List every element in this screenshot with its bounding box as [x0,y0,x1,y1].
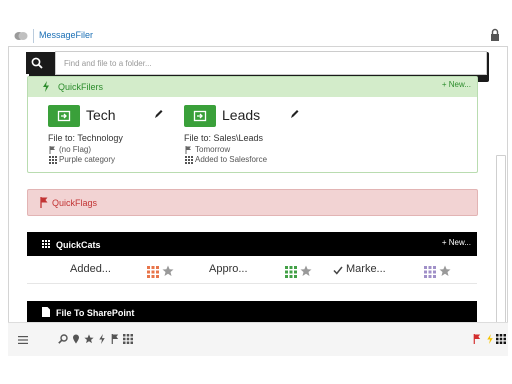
search-button[interactable] [26,52,48,74]
grid-icon[interactable] [424,266,436,278]
vertical-scrollbar[interactable] [496,155,506,323]
flag-icon [49,146,55,154]
quickcat-label[interactable]: Marke... [346,263,386,275]
app-title: MessageFiler [39,30,94,40]
grid-icon [49,156,57,164]
search-input[interactable] [55,51,487,75]
star-icon[interactable] [84,334,94,344]
filer-flag: (no Flag) [59,145,92,154]
filer-flag: Tomorrow [195,145,231,154]
sharepoint-title: File To SharePoint [56,308,135,318]
quickcat-label[interactable]: Added... [70,263,111,275]
grid-icon [185,156,193,164]
star-icon[interactable] [439,265,451,277]
pencil-icon[interactable] [154,109,163,119]
bolt-icon[interactable] [97,334,107,344]
grid-icon[interactable] [123,334,133,344]
file-arrow-icon [57,110,71,122]
quickcats-new-button[interactable]: + New... [442,238,471,247]
bolt-icon[interactable] [485,334,495,344]
search-icon[interactable] [58,334,68,344]
top-bar: MessageFiler [0,26,512,46]
file-button[interactable] [48,105,80,127]
quickflags-title: QuickFlags [52,198,98,208]
grid-icon[interactable] [147,266,159,278]
grid-icon[interactable] [496,334,506,344]
filer-name: Leads [222,107,261,123]
search-icon [26,52,48,74]
sharepoint-header[interactable]: File To SharePoint [27,301,477,323]
filer-name: Tech [86,107,116,123]
title-divider [33,29,34,43]
flag-icon[interactable] [110,334,120,344]
filer-category: Purple category [59,155,116,164]
red-flag-icon[interactable] [472,334,482,344]
app-window: MessageFiler QuickFilers + New... [0,0,512,384]
lock-icon[interactable] [490,28,500,42]
flag-icon [185,146,191,154]
file-button[interactable] [184,105,216,127]
quickfiler-leads[interactable]: Leads File to: Sales\Leads Tomorrow Adde… [184,105,334,172]
flag-icon [40,197,48,208]
menu-icon[interactable] [18,335,28,345]
bottom-toolbar [8,322,508,356]
bolt-icon [43,81,49,92]
quickcats-title: QuickCats [56,240,101,250]
check-icon [333,266,343,275]
quickflags-panel[interactable]: QuickFlags [27,189,478,216]
filer-file-to: File to: Technology [48,133,123,143]
quickcat-label[interactable]: Appro... [209,263,248,275]
quickfilers-header: QuickFilers + New... [28,77,477,97]
pencil-icon[interactable] [290,109,299,119]
quickfiler-tech[interactable]: Tech File to: Technology (no Flag) Purpl… [48,105,198,172]
logo-icon [14,32,28,40]
document-icon [42,307,50,317]
file-arrow-icon [193,110,207,122]
star-icon[interactable] [162,265,174,277]
quickfilers-title: QuickFilers [58,82,104,92]
quickfilers-new-button[interactable]: + New... [442,80,471,89]
quickcats-row: Added... Appro... Marke... [27,256,477,284]
quickcats-header: QuickCats + New... [27,232,477,256]
pin-icon[interactable] [71,334,81,344]
quickfilers-panel: QuickFilers + New... Tech File to: Techn… [27,76,478,173]
grid-icon [42,240,50,248]
filer-category: Added to Salesforce [195,155,268,164]
filer-file-to: File to: Sales\Leads [184,133,264,143]
star-icon[interactable] [300,265,312,277]
grid-icon[interactable] [285,266,297,278]
